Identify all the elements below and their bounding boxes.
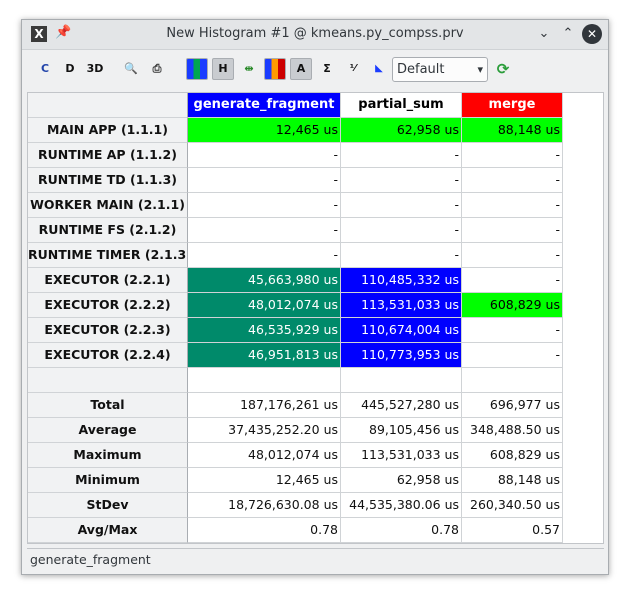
- table-cell[interactable]: 348,488.50 us: [462, 418, 563, 443]
- toolbar: CD3D🔍⎙▮H⇹▮AΣ⅟◣ Default ▾ ⟳: [22, 50, 608, 88]
- table-corner: [28, 93, 188, 118]
- table-cell[interactable]: -: [341, 143, 462, 168]
- title-bar[interactable]: X 📌 New Histogram #1 @ kmeans.py_compss.…: [22, 20, 608, 50]
- table-cell[interactable]: 113,531,033 us: [341, 443, 462, 468]
- table-cell[interactable]: -: [341, 243, 462, 268]
- table-cell[interactable]: -: [462, 343, 563, 368]
- row-header[interactable]: EXECUTOR (2.2.1): [28, 268, 188, 293]
- table-cell[interactable]: 110,674,004 us: [341, 318, 462, 343]
- table-cell[interactable]: 110,773,953 us: [341, 343, 462, 368]
- table-cell[interactable]: 37,435,252.20 us: [188, 418, 341, 443]
- open-data-window-icon[interactable]: D: [59, 58, 81, 80]
- table-cell[interactable]: 89,105,456 us: [341, 418, 462, 443]
- row-header[interactable]: Average: [28, 418, 188, 443]
- triangle-icon[interactable]: ◣: [368, 58, 390, 80]
- row-header[interactable]: StDev: [28, 493, 188, 518]
- table-cell[interactable]: 113,531,033 us: [341, 293, 462, 318]
- table-cell[interactable]: 62,958 us: [341, 118, 462, 143]
- table-cell[interactable]: 445,527,280 us: [341, 393, 462, 418]
- table-cell[interactable]: -: [188, 193, 341, 218]
- table-cell[interactable]: -: [462, 268, 563, 293]
- table-cell[interactable]: -: [462, 168, 563, 193]
- table-cell[interactable]: -: [188, 168, 341, 193]
- table-cell[interactable]: 45,663,980 us: [188, 268, 341, 293]
- table-cell[interactable]: -: [188, 218, 341, 243]
- table-cell[interactable]: 608,829 us: [462, 443, 563, 468]
- row-header[interactable]: EXECUTOR (2.2.3): [28, 318, 188, 343]
- histogram-window: X 📌 New Histogram #1 @ kmeans.py_compss.…: [21, 19, 609, 575]
- table-cell[interactable]: 88,148 us: [462, 118, 563, 143]
- table-cell[interactable]: [341, 368, 462, 393]
- column-header[interactable]: partial_sum: [341, 93, 462, 118]
- column-header[interactable]: merge: [462, 93, 563, 118]
- window-title: New Histogram #1 @ kmeans.py_compss.prv: [166, 26, 464, 41]
- 3d-window-icon[interactable]: 3D: [84, 58, 106, 80]
- row-header[interactable]: Total: [28, 393, 188, 418]
- row-header[interactable]: Minimum: [28, 468, 188, 493]
- fraction-icon[interactable]: ⅟: [342, 58, 364, 80]
- table-cell[interactable]: 696,977 us: [462, 393, 563, 418]
- row-header[interactable]: Maximum: [28, 443, 188, 468]
- close-button[interactable]: ✕: [582, 24, 602, 44]
- gradient-color-icon[interactable]: ▮: [186, 58, 208, 80]
- maximize-button[interactable]: ⌃: [558, 24, 578, 44]
- histogram-table[interactable]: generate_fragment partial_sum merge MAIN AP…: [27, 92, 604, 544]
- row-header[interactable]: EXECUTOR (2.2.2): [28, 293, 188, 318]
- row-header[interactable]: RUNTIME TD (1.1.3): [28, 168, 188, 193]
- table-cell[interactable]: 0.78: [341, 518, 462, 543]
- table-cell[interactable]: 18,726,630.08 us: [188, 493, 341, 518]
- table-cell[interactable]: 187,176,261 us: [188, 393, 341, 418]
- hide-empty-columns-icon[interactable]: ⇹: [238, 58, 260, 80]
- table-cell[interactable]: 48,012,074 us: [188, 443, 341, 468]
- table-cell[interactable]: -: [462, 143, 563, 168]
- row-header[interactable]: RUNTIME FS (2.1.2): [28, 218, 188, 243]
- table-cell[interactable]: 48,012,074 us: [188, 293, 341, 318]
- refresh-icon[interactable]: ⟳: [492, 58, 514, 80]
- table-cell[interactable]: 608,829 us: [462, 293, 563, 318]
- table-cell[interactable]: 88,148 us: [462, 468, 563, 493]
- table-cell[interactable]: -: [462, 193, 563, 218]
- table-cell[interactable]: -: [188, 143, 341, 168]
- sort-columns-icon[interactable]: ▮: [264, 58, 286, 80]
- table-cell[interactable]: 46,951,813 us: [188, 343, 341, 368]
- table-cell[interactable]: -: [341, 193, 462, 218]
- table-cell[interactable]: -: [462, 318, 563, 343]
- row-header[interactable]: RUNTIME AP (1.1.2): [28, 143, 188, 168]
- table-cell[interactable]: -: [462, 243, 563, 268]
- column-header[interactable]: generate_fragment: [188, 93, 341, 118]
- row-header[interactable]: WORKER MAIN (2.1.1): [28, 193, 188, 218]
- label-colors-icon[interactable]: A: [290, 58, 312, 80]
- table-cell[interactable]: 0.57: [462, 518, 563, 543]
- row-header[interactable]: [28, 368, 188, 393]
- table-cell[interactable]: 110,485,332 us: [341, 268, 462, 293]
- semantic-select[interactable]: Default ▾: [392, 57, 488, 82]
- table-cell[interactable]: -: [341, 218, 462, 243]
- table-cell[interactable]: 44,535,380.06 us: [341, 493, 462, 518]
- horizontal-icon[interactable]: H: [212, 58, 234, 80]
- table-cell[interactable]: -: [341, 168, 462, 193]
- row-header[interactable]: Avg/Max: [28, 518, 188, 543]
- table-cell[interactable]: -: [462, 218, 563, 243]
- table-cell[interactable]: 46,535,929 us: [188, 318, 341, 343]
- table-cell[interactable]: 0.78: [188, 518, 341, 543]
- status-bar: generate_fragment: [27, 548, 604, 570]
- row-header[interactable]: RUNTIME TIMER (2.1.3): [28, 243, 188, 268]
- semantic-select-value: Default: [397, 62, 445, 77]
- table-cell[interactable]: 260,340.50 us: [462, 493, 563, 518]
- open-control-window-icon[interactable]: C: [34, 58, 56, 80]
- statistics-icon[interactable]: Σ: [316, 58, 338, 80]
- table-cell[interactable]: [188, 368, 341, 393]
- table-cell[interactable]: [462, 368, 563, 393]
- table-cell[interactable]: 62,958 us: [341, 468, 462, 493]
- chevron-down-icon: ▾: [477, 63, 483, 76]
- table-cell[interactable]: -: [188, 243, 341, 268]
- open-filtered-control-window-icon[interactable]: ⎙: [146, 58, 168, 80]
- minimize-button[interactable]: ⌄: [534, 24, 554, 44]
- row-header[interactable]: MAIN APP (1.1.1): [28, 118, 188, 143]
- row-header[interactable]: EXECUTOR (2.2.4): [28, 343, 188, 368]
- zoom-icon[interactable]: 🔍: [120, 58, 142, 80]
- table-cell[interactable]: 12,465 us: [188, 468, 341, 493]
- table-cell[interactable]: 12,465 us: [188, 118, 341, 143]
